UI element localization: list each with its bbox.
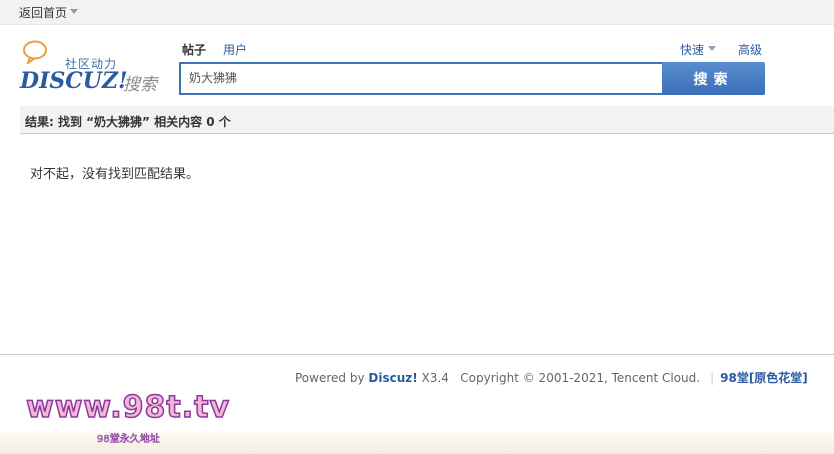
logo-brand: DISCUZ!: [20, 68, 128, 94]
top-bar: 返回首页: [0, 0, 834, 25]
advanced-search-link[interactable]: 高级: [738, 41, 762, 58]
tab-posts[interactable]: 帖子: [182, 41, 206, 58]
copyright-text: Copyright © 2001-2021, Tencent Cloud.: [460, 371, 701, 385]
result-summary: 结果: 找到 “奶大狒狒” 相关内容 0 个: [25, 115, 231, 129]
search-input[interactable]: [179, 62, 669, 95]
chevron-down-icon[interactable]: [708, 46, 716, 51]
speech-bubble-icon: [23, 40, 47, 64]
tab-users[interactable]: 用户: [223, 41, 247, 58]
footer-separator: |: [710, 371, 715, 385]
watermark-domain: www.98t.tv: [25, 389, 231, 426]
logo-search-label: 搜索: [123, 75, 157, 95]
home-link[interactable]: 返回首页: [19, 4, 67, 21]
site-watermark: www.98t.tv 98堂永久地址: [20, 389, 250, 450]
site-link[interactable]: 98堂[原色花堂]: [720, 371, 808, 385]
discuz-link[interactable]: Discuz!: [368, 371, 417, 385]
discuz-logo[interactable]: 社区动力 DISCUZ! 搜索: [20, 40, 165, 95]
footer-credits: Powered by Discuz! X3.4 Copyright © 2001…: [295, 369, 808, 386]
result-summary-bar: 结果: 找到 “奶大狒狒” 相关内容 0 个: [20, 106, 834, 134]
caret-down-icon[interactable]: [70, 9, 78, 14]
quick-search-menu[interactable]: 快速: [680, 41, 704, 58]
footer-divider: [0, 354, 834, 355]
version-text: X3.4: [417, 371, 449, 385]
powered-prefix: Powered by: [295, 371, 369, 385]
empty-result-message: 对不起，没有找到匹配结果。: [30, 167, 200, 182]
search-button[interactable]: 搜索: [662, 62, 765, 95]
watermark-subtitle: 98堂永久地址: [97, 434, 160, 446]
